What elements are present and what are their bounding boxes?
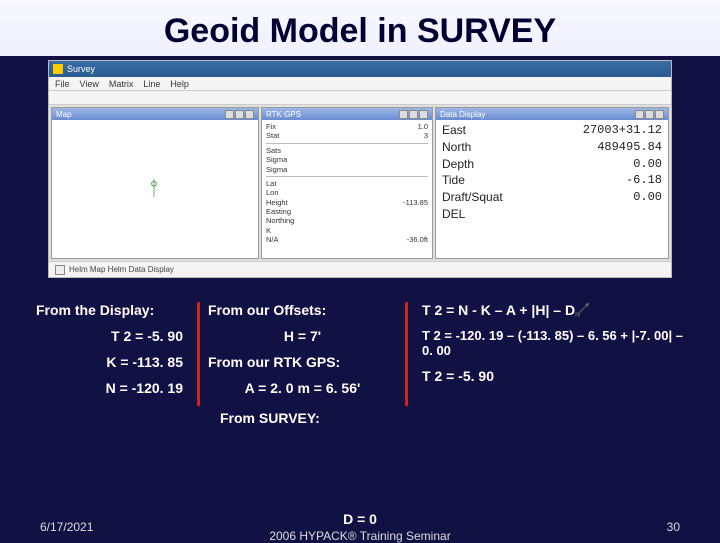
dd-label-draft: Draft/Squat xyxy=(442,189,503,206)
calc-formula: T 2 = N - K – A + |H| – D xyxy=(422,302,684,318)
calc-h-offset: H = 7' xyxy=(208,328,397,344)
close-icon[interactable] xyxy=(245,110,254,119)
dd-label-east: East xyxy=(442,122,466,139)
dd-label-depth: Depth xyxy=(442,156,474,173)
rtk-label: Lat xyxy=(266,179,276,188)
rtk-label: Sigma xyxy=(266,165,287,174)
survey-window-titlebar[interactable]: Survey xyxy=(49,61,671,77)
slide-footer: 6/17/2021 D = 0 2006 HYPACK® Training Se… xyxy=(0,520,720,534)
slide-date: 6/17/2021 xyxy=(40,520,93,534)
rtk-label: Lon xyxy=(266,188,279,197)
rtk-label: Height xyxy=(266,198,288,207)
survey-header: From SURVEY: xyxy=(220,410,580,426)
rtk-label: Sigma xyxy=(266,155,287,164)
rtk-panel-titlebar[interactable]: RTK GPS xyxy=(262,108,432,120)
status-bar: Helm Map Helm Data Display xyxy=(49,261,671,277)
map-panel-titlebar[interactable]: Map xyxy=(52,108,258,120)
dd-label-del: DEL xyxy=(442,206,465,223)
rtk-label: Stat xyxy=(266,131,279,140)
rtk-label: K xyxy=(266,226,271,235)
menu-file[interactable]: File xyxy=(55,79,70,89)
calc-n-display: N = -120. 19 xyxy=(36,380,189,396)
slide-title: Geoid Model in SURVEY xyxy=(0,0,720,55)
dd-label-tide: Tide xyxy=(442,172,465,189)
data-display-titlebar[interactable]: Data Display xyxy=(436,108,668,120)
minimize-icon[interactable] xyxy=(635,110,644,119)
dd-value-depth: 0.00 xyxy=(633,156,662,173)
rtk-panel: RTK GPS Fix 1.0 Stat 3 Sats Sigma Sigma La… xyxy=(261,107,433,259)
rtk-label: Fix xyxy=(266,122,276,131)
menu-line[interactable]: Line xyxy=(143,79,160,89)
calc-k-display: K = -113. 85 xyxy=(36,354,189,370)
toolbar[interactable] xyxy=(49,91,671,105)
minimize-icon[interactable] xyxy=(225,110,234,119)
col2-subheader: From our RTK GPS: xyxy=(208,354,397,370)
app-icon xyxy=(53,64,63,74)
minimize-icon[interactable] xyxy=(399,110,408,119)
calc-result: T 2 = -5. 90 xyxy=(422,368,684,384)
map-canvas[interactable] xyxy=(52,120,258,258)
rtk-label: N/A xyxy=(266,235,279,244)
col1-header: From the Display: xyxy=(36,302,189,318)
rtk-body: Fix 1.0 Stat 3 Sats Sigma Sigma Lat Lon He… xyxy=(262,120,432,258)
survey-app-window: Survey File View Matrix Line Help Map RT… xyxy=(48,60,672,278)
slide-number: 30 xyxy=(667,520,680,534)
maximize-icon[interactable] xyxy=(409,110,418,119)
dd-value-draft: 0.00 xyxy=(633,189,662,206)
rtk-panel-title: RTK GPS xyxy=(266,110,301,119)
col2-header: From our Offsets: xyxy=(208,302,397,318)
rtk-value: 1.0 xyxy=(418,122,428,131)
calculation-area: From the Display: T 2 = -5. 90 K = -113.… xyxy=(28,302,692,494)
menu-help[interactable]: Help xyxy=(170,79,189,89)
helm-label: Helm Map Helm Data Display xyxy=(69,265,174,274)
data-display-body: East 27003+31.12 North 489495.84 Depth 0.00… xyxy=(436,120,668,258)
helm-icon[interactable] xyxy=(55,265,65,275)
rtk-label: Easting xyxy=(266,207,291,216)
close-icon[interactable] xyxy=(419,110,428,119)
maximize-icon[interactable] xyxy=(235,110,244,119)
map-panel: Map xyxy=(51,107,259,259)
rtk-value: -113.85 xyxy=(403,198,428,207)
calc-a-rtk: A = 2. 0 m = 6. 56' xyxy=(208,380,397,396)
data-display-panel: Data Display East 27003+31.12 North 489495… xyxy=(435,107,669,259)
rtk-value: 3 xyxy=(424,131,428,140)
rtk-label: Northing xyxy=(266,216,294,225)
maximize-icon[interactable] xyxy=(645,110,654,119)
rtk-value: -36.0ft xyxy=(407,235,428,244)
dd-value-east: 27003+31.12 xyxy=(583,122,662,139)
calc-d-value: D = 0 xyxy=(269,511,450,527)
dd-label-north: North xyxy=(442,139,471,156)
calc-t2-display: T 2 = -5. 90 xyxy=(36,328,189,344)
rtk-label: Sats xyxy=(266,146,281,155)
menu-matrix[interactable]: Matrix xyxy=(109,79,134,89)
dd-value-tide: -6.18 xyxy=(626,172,662,189)
dd-value-north: 489495.84 xyxy=(597,139,662,156)
map-panel-title: Map xyxy=(56,110,72,119)
calc-substitution: T 2 = -120. 19 – (-113. 85) – 6. 56 + |-… xyxy=(422,328,684,358)
menubar[interactable]: File View Matrix Line Help xyxy=(49,77,671,91)
survey-window-title: Survey xyxy=(67,64,95,74)
menu-view[interactable]: View xyxy=(80,79,99,89)
seminar-label: 2006 HYPACK® Training Seminar xyxy=(269,529,450,543)
close-icon[interactable] xyxy=(655,110,664,119)
boat-icon xyxy=(151,178,157,198)
data-display-title: Data Display xyxy=(440,110,485,119)
